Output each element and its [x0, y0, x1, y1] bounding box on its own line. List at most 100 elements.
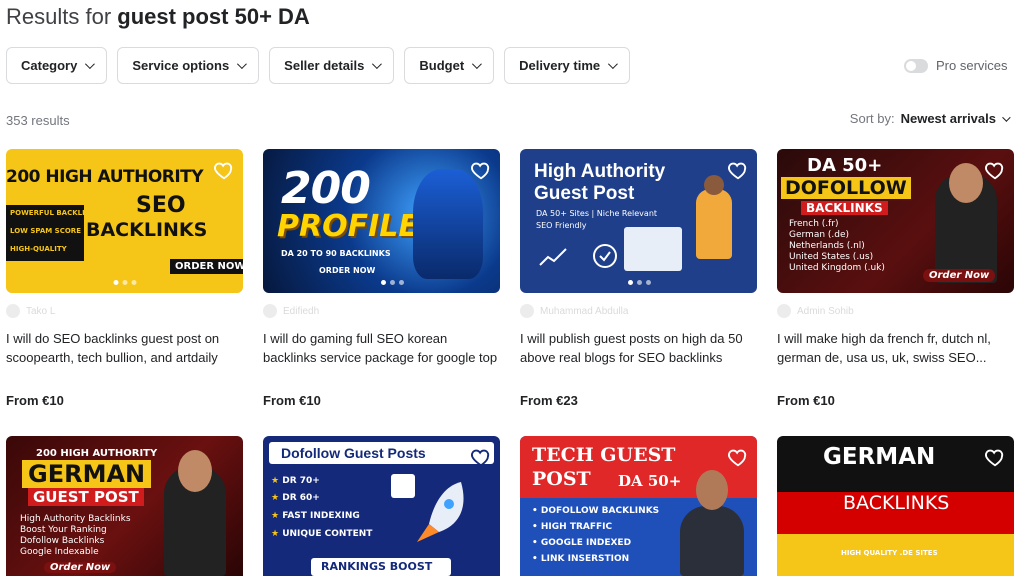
- filter-delivery-time-button[interactable]: Delivery time: [504, 47, 631, 84]
- thumb-text: French (.fr): [789, 219, 839, 229]
- thumb-text: • LINK INSERSTION: [532, 554, 630, 564]
- seller-info: Edifiedh: [263, 303, 500, 319]
- seller-name: Tako L: [26, 305, 56, 317]
- heart-icon[interactable]: [470, 159, 492, 181]
- thumb-text: GERMAN: [22, 460, 152, 488]
- seller-info: Admin Sohib: [777, 303, 1014, 319]
- thumb-text: HIGH-QUALITY: [10, 245, 67, 253]
- gig-price: From €10: [263, 393, 321, 408]
- carousel-dots: [113, 280, 136, 285]
- gig-thumbnail[interactable]: 200 HIGH AUTHORITY SEO BACKLINKS POWERFU…: [6, 149, 243, 293]
- thumb-text: Netherlands (.nl): [789, 241, 865, 251]
- avatar: [6, 304, 20, 318]
- thumb-text: United States (.us): [789, 252, 874, 262]
- gig-thumbnail[interactable]: Dofollow Guest Posts ★ DR 70+ ★ DR 60+ ★…: [263, 436, 500, 576]
- filter-category-button[interactable]: Category: [6, 47, 108, 84]
- seller-name: Muhammad Abdulla: [540, 305, 629, 317]
- rocket-icon: [417, 482, 464, 542]
- thumb-text: ★ DR 60+: [271, 493, 320, 503]
- thumb-text: • DOFOLLOW BACKLINKS: [532, 506, 660, 516]
- thumb-text: ORDER NOW: [319, 266, 376, 275]
- thumb-text: DA 50+ Sites | Niche Relevant: [536, 209, 658, 218]
- gig-card[interactable]: 200 HIGH AUTHORITY SEO BACKLINKS POWERFU…: [6, 149, 243, 408]
- gig-title[interactable]: I will make high da french fr, dutch nl,…: [777, 329, 1014, 367]
- filter-budget-button[interactable]: Budget: [404, 47, 495, 84]
- heart-icon[interactable]: [470, 446, 492, 468]
- gig-card[interactable]: 200 PROFILE DA 20 TO 90 BACKLINKS ORDER …: [263, 149, 500, 408]
- thumb-text: Order Now: [44, 562, 117, 573]
- gig-title[interactable]: I will do SEO backlinks guest post on sc…: [6, 329, 243, 367]
- gig-thumbnail[interactable]: GERMAN BACKLINKS HIGH QUALITY .DE SITES: [777, 436, 1014, 576]
- gig-title[interactable]: I will do gaming full SEO korean backlin…: [263, 329, 500, 367]
- thumb-text: DA 50+: [807, 155, 883, 176]
- gig-thumbnail[interactable]: DA 50+ DOFOLLOW BACKLINKS French (.fr) G…: [777, 149, 1014, 293]
- filter-service-options-button[interactable]: Service options: [117, 47, 260, 84]
- pro-services-toggle-group: Pro services: [904, 58, 1008, 73]
- person-head: [696, 470, 728, 510]
- thumb-text: TECH GUEST: [532, 444, 676, 466]
- gig-thumbnail[interactable]: 200 HIGH AUTHORITY GERMAN GUEST POST Hig…: [6, 436, 243, 576]
- thumb-text: 200 HIGH AUTHORITY: [36, 448, 158, 459]
- pro-services-toggle[interactable]: [904, 58, 928, 73]
- thumb-text: • GOOGLE INDEXED: [532, 538, 632, 548]
- laptop-illustration: [624, 227, 682, 271]
- sort-control[interactable]: Sort by: Newest arrivals: [850, 111, 1011, 126]
- thumb-text: Dofollow Backlinks: [20, 536, 105, 546]
- chevron-down-icon: [372, 59, 383, 70]
- thumb-text: 200: [281, 163, 371, 214]
- gig-card[interactable]: GERMAN BACKLINKS HIGH QUALITY .DE SITES: [777, 436, 1014, 576]
- gig-card[interactable]: 200 HIGH AUTHORITY GERMAN GUEST POST Hig…: [6, 436, 243, 576]
- thumb-text: High Authority: [534, 161, 666, 182]
- heart-icon[interactable]: [213, 159, 235, 181]
- chevron-down-icon: [608, 59, 618, 70]
- thumb-text: HIGH QUALITY .DE SITES: [841, 549, 938, 557]
- thumb-text: DOFOLLOW: [781, 177, 911, 199]
- seller-info: Muhammad Abdulla: [520, 303, 757, 319]
- badge-icon: [391, 474, 415, 498]
- results-prefix: Results for: [6, 4, 118, 29]
- filter-bar: Category Service options Seller details …: [6, 47, 631, 84]
- thumb-text: ★ DR 70+: [271, 476, 320, 486]
- thumb-text: United Kingdom (.uk): [789, 263, 885, 273]
- heart-icon[interactable]: [727, 446, 749, 468]
- seller-name: Edifiedh: [283, 305, 320, 317]
- person-illustration: [680, 506, 744, 576]
- thumb-text: LOW SPAM SCORE: [10, 227, 81, 235]
- carousel-dots: [628, 280, 651, 285]
- thumb-text: POWERFUL BACKLINKS: [10, 209, 102, 217]
- thumb-text: DA 20 TO 90 BACKLINKS: [281, 249, 391, 258]
- thumb-text: High Authority Backlinks: [20, 514, 131, 524]
- gig-card[interactable]: TECH GUEST POST DA 50+ • DOFOLLOW BACKLI…: [520, 436, 757, 576]
- gig-thumbnail[interactable]: High Authority Guest Post DA 50+ Sites |…: [520, 149, 757, 293]
- thumb-text: BACKLINKS: [86, 219, 208, 241]
- chevron-down-icon: [1002, 112, 1011, 122]
- sort-value: Newest arrivals: [900, 111, 996, 126]
- thumb-text: SEO: [136, 193, 186, 218]
- gig-price: From €23: [520, 393, 578, 408]
- thumb-text: DA 50+: [618, 472, 682, 490]
- gig-thumbnail[interactable]: TECH GUEST POST DA 50+ • DOFOLLOW BACKLI…: [520, 436, 757, 576]
- heart-icon[interactable]: [727, 159, 749, 181]
- thumb-text: Dofollow Guest Posts: [281, 445, 426, 461]
- seller-name: Admin Sohib: [797, 305, 854, 317]
- filter-label: Category: [21, 58, 78, 73]
- gig-thumbnail[interactable]: 200 PROFILE DA 20 TO 90 BACKLINKS ORDER …: [263, 149, 500, 293]
- growth-chart-icon: [539, 248, 567, 266]
- pro-services-label: Pro services: [936, 58, 1008, 73]
- chevron-down-icon: [237, 59, 248, 70]
- thumb-text: 200 HIGH AUTHORITY: [6, 167, 204, 187]
- heart-icon[interactable]: [984, 159, 1006, 181]
- filter-seller-details-button[interactable]: Seller details: [269, 47, 395, 84]
- thumb-text: Boost Your Ranking: [20, 525, 107, 535]
- heart-icon[interactable]: [984, 446, 1006, 468]
- gig-card[interactable]: Dofollow Guest Posts ★ DR 70+ ★ DR 60+ ★…: [263, 436, 500, 576]
- thumb-text: Google Indexable: [20, 547, 99, 557]
- filter-label: Seller details: [284, 58, 365, 73]
- gig-card[interactable]: High Authority Guest Post DA 50+ Sites |…: [520, 149, 757, 408]
- person-head: [178, 450, 212, 492]
- thumb-text: ★ FAST INDEXING: [271, 511, 360, 521]
- gig-card[interactable]: DA 50+ DOFOLLOW BACKLINKS French (.fr) G…: [777, 149, 1014, 408]
- gig-title[interactable]: I will publish guest posts on high da 50…: [520, 329, 757, 367]
- thumb-text: ORDER NOW: [170, 259, 243, 274]
- thumb-text: Order Now: [923, 269, 996, 282]
